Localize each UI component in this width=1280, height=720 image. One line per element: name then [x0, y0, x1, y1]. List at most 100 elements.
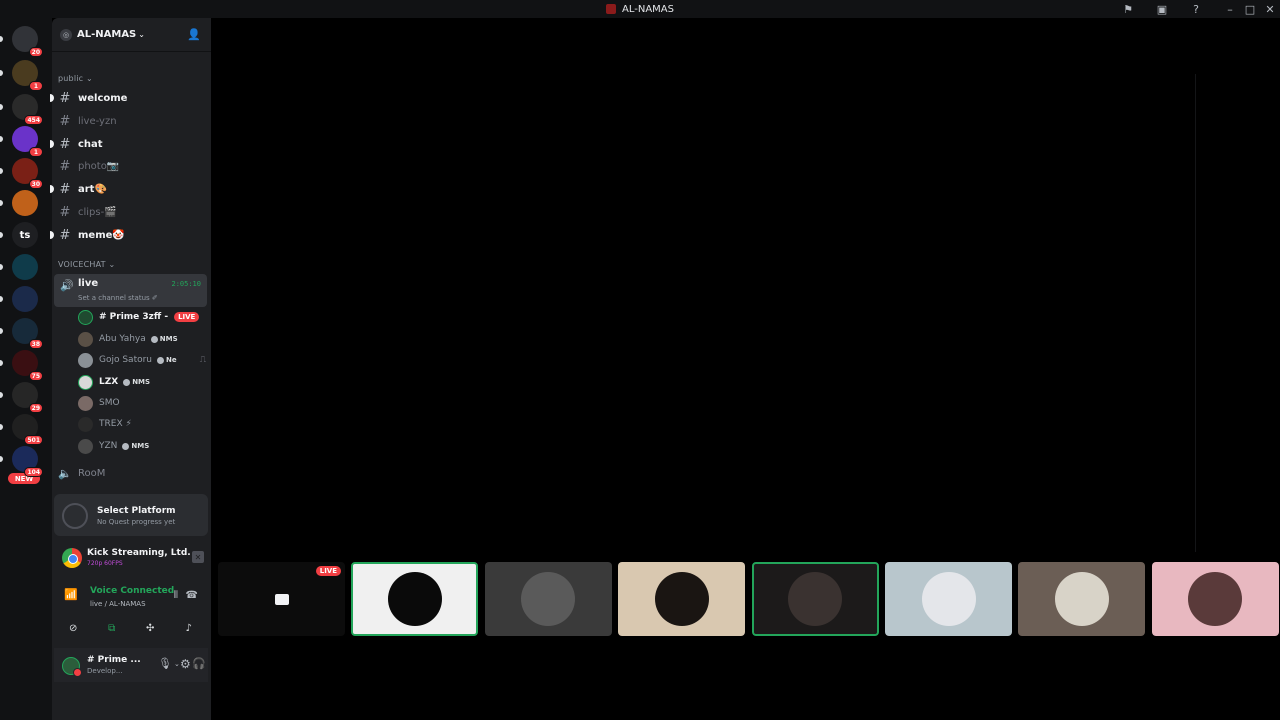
quest-title: Select Platform	[97, 506, 176, 516]
mention-badge: 1	[29, 147, 43, 157]
flag-icon[interactable]: ⚑	[1118, 0, 1138, 18]
voice-channel-live[interactable]: 🔊 live 2:05:10 Set a channel status ✐	[54, 274, 207, 307]
microphone-icon[interactable]: 🎙	[158, 657, 172, 670]
channel-live-yzn[interactable]: # live-yzn	[56, 111, 206, 131]
unread-pill	[0, 104, 3, 110]
unread-pill	[0, 200, 3, 206]
server-4-icon[interactable]: 1	[12, 126, 43, 157]
server-8-icon[interactable]	[12, 254, 38, 280]
hash-icon: #	[59, 158, 71, 174]
server-2-icon[interactable]: 1	[12, 60, 43, 91]
voice-member-lzx[interactable]: LZX NMS	[78, 372, 206, 392]
tile-berserk[interactable]	[484, 562, 612, 636]
server-5-icon[interactable]: 30	[12, 158, 43, 189]
avatar[interactable]	[62, 657, 82, 677]
quest-panel[interactable]: Select Platform No Quest progress yet	[54, 494, 208, 536]
server-tag: Ne	[157, 356, 177, 364]
camera-off-icon[interactable]: ⊘	[58, 618, 88, 638]
server-3-icon[interactable]: 454	[12, 94, 43, 125]
server-14-icon[interactable]: 104	[12, 446, 43, 477]
channel-label: meme🤡	[78, 229, 125, 241]
server-11-icon[interactable]: 75	[12, 350, 43, 381]
member-name: YZN	[99, 441, 118, 451]
member-name: TREX ⚡	[99, 419, 132, 429]
voice-connected-channel[interactable]: live / AL-NAMAS	[90, 600, 146, 608]
category-public[interactable]: public ⌄	[58, 74, 93, 83]
close-activity-icon[interactable]: ✕	[192, 551, 204, 563]
headphones-icon[interactable]: 🎧	[192, 657, 206, 670]
quest-subtitle: No Quest progress yet	[97, 518, 176, 526]
screen-share-icon[interactable]: ⧉	[97, 618, 127, 638]
unread-pill	[0, 392, 3, 398]
server-13-icon[interactable]: 501	[12, 414, 43, 445]
channel-chat[interactable]: # chat	[50, 134, 206, 154]
voice-member-smo[interactable]: SMO	[78, 393, 206, 413]
tile-pink[interactable]	[1151, 562, 1279, 636]
channel-welcome[interactable]: # welcome	[50, 88, 206, 108]
invite-people-icon[interactable]: 👤	[187, 28, 201, 41]
server-ts-icon[interactable]: ts	[12, 222, 38, 248]
unread-pill	[0, 264, 3, 270]
unread-pill	[0, 360, 3, 366]
boost-icon: ◎	[60, 28, 72, 41]
close-icon[interactable]: ✕	[1260, 0, 1280, 18]
channel-clips[interactable]: # clips-🎬	[56, 202, 206, 222]
tile-dark[interactable]	[618, 562, 746, 636]
unread-pill	[0, 232, 3, 238]
channel-meme[interactable]: # meme🤡	[50, 225, 206, 245]
unread-pill	[0, 296, 3, 302]
chevron-down-icon: ⌄	[138, 30, 145, 39]
avatar	[788, 572, 843, 626]
help-icon[interactable]: ?	[1186, 0, 1206, 18]
voice-member-gojo[interactable]: Gojo Satoru Ne ⎍	[78, 350, 206, 370]
category-voicechat[interactable]: VOICECHAT ⌄	[58, 260, 115, 269]
voice-member-abu-yahya[interactable]: Abu Yahya NMS	[78, 329, 206, 349]
avatar	[387, 572, 442, 626]
minimize-icon[interactable]: –	[1220, 0, 1240, 18]
activities-icon[interactable]: ✣	[135, 618, 165, 638]
channel-label: welcome	[78, 92, 128, 104]
channel-photo[interactable]: # photo📷	[56, 156, 206, 176]
inbox-icon[interactable]: ▣	[1152, 0, 1172, 18]
gear-icon[interactable]: ⚙	[180, 657, 191, 671]
member-name: SMO	[99, 398, 120, 408]
activity-detail: 720p 60FPS	[87, 560, 123, 567]
channel-label: live-yzn	[78, 115, 117, 127]
tile-stream[interactable]: LIVE	[218, 562, 345, 636]
noise-suppression-icon[interactable]: ⫴	[174, 590, 178, 601]
tile-gojo[interactable]	[885, 562, 1012, 636]
tile-troll[interactable]	[351, 562, 479, 636]
maximize-icon[interactable]: □	[1240, 0, 1260, 18]
server-header[interactable]: ◎ AL-NAMAS ⌄ 👤	[52, 18, 211, 52]
chevron-down-icon[interactable]: ⌄	[174, 660, 180, 668]
unread-dot	[50, 231, 54, 239]
channel-label: clips-🎬	[78, 206, 117, 218]
soundboard-icon[interactable]: ♪	[174, 618, 204, 638]
unread-pill	[0, 456, 3, 462]
server-9-icon[interactable]	[12, 286, 38, 312]
signal-icon[interactable]: 📶	[64, 588, 78, 601]
playstation-icon: ⎍	[199, 355, 206, 365]
channel-label: art🎨	[78, 183, 107, 195]
channel-status[interactable]: Set a channel status ✐	[78, 294, 158, 302]
voice-member-prime[interactable]: # Prime 3zff - LIVE	[78, 307, 206, 327]
activity-panel[interactable]: Kick Streaming, Ltd. | Set u... 720p 60F…	[54, 544, 208, 572]
voice-member-trex[interactable]: TREX ⚡	[78, 414, 206, 434]
disconnect-icon[interactable]: ☎	[186, 590, 198, 601]
voice-connected-title[interactable]: Voice Connected	[90, 586, 174, 596]
server-10-icon[interactable]: 38	[12, 318, 43, 349]
discord-home-icon[interactable]: 20	[12, 26, 43, 57]
user-name[interactable]: # Prime ...	[87, 655, 141, 665]
avatar	[1188, 572, 1243, 626]
mention-badge: 30	[28, 179, 43, 189]
channel-art[interactable]: # art🎨	[50, 179, 206, 199]
live-badge: LIVE	[174, 312, 200, 322]
unread-pill	[0, 328, 3, 334]
tile-room[interactable]	[751, 562, 879, 636]
tile-cat[interactable]	[1018, 562, 1146, 636]
voice-member-yzn[interactable]: YZN NMS	[78, 436, 206, 456]
server-6-icon[interactable]	[12, 190, 38, 216]
mention-badge: 29	[28, 403, 43, 413]
voice-channel-room[interactable]: 🔈 RooM	[56, 463, 105, 483]
server-12-icon[interactable]: 29	[12, 382, 43, 413]
